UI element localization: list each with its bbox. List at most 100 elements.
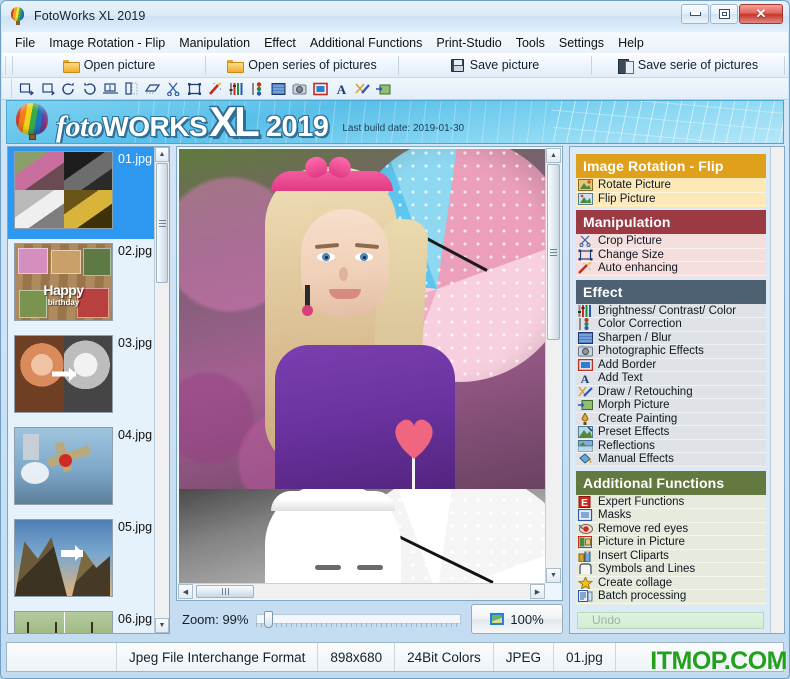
- photo-effects-icon[interactable]: [290, 80, 309, 98]
- toolbar-separator: [591, 55, 592, 75]
- thumbnail-image: [14, 519, 113, 597]
- sidebar-item-add-border[interactable]: Add Border: [576, 358, 766, 372]
- image-canvas[interactable]: [179, 149, 545, 583]
- maximize-button[interactable]: [710, 4, 738, 24]
- menu-tools[interactable]: Tools: [509, 34, 552, 52]
- scrollbar-thumb[interactable]: [156, 163, 168, 283]
- resize-icon[interactable]: [185, 80, 204, 98]
- flip-icon[interactable]: [101, 80, 120, 98]
- sidebar-item-insert-cliparts[interactable]: Insert Cliparts: [576, 549, 766, 563]
- sidebar-item-photographic-effects[interactable]: Photographic Effects: [576, 345, 766, 359]
- zoom-bar: Zoom: 99% 100%: [176, 603, 563, 635]
- sidebar-item-remove-red-eyes[interactable]: Remove red eyes: [576, 522, 766, 536]
- brightness-icon[interactable]: [227, 80, 246, 98]
- open-series-label: Open series of pictures: [248, 58, 377, 72]
- scroll-up-icon[interactable]: ▲: [155, 147, 169, 162]
- close-button[interactable]: ✕: [739, 4, 783, 24]
- mask-icon: [577, 509, 593, 522]
- sidebar-item-label: Brightness/ Contrast/ Color: [598, 304, 737, 317]
- text-a-icon[interactable]: A: [332, 80, 351, 98]
- menu-image-rotation-flip[interactable]: Image Rotation - Flip: [42, 34, 172, 52]
- thumbnail-scrollbar[interactable]: ▲ ▼: [154, 147, 169, 633]
- zoom-slider[interactable]: [256, 611, 461, 628]
- menu-help[interactable]: Help: [611, 34, 651, 52]
- sidebar-item-reflections[interactable]: Reflections: [576, 439, 766, 453]
- sidebar-item-rotate-picture[interactable]: Rotate Picture: [576, 179, 766, 193]
- logo-xl: XL: [209, 100, 260, 144]
- sidebar-item-add-text[interactable]: A Add Text: [576, 372, 766, 386]
- sidebar-item-picture-in-picture[interactable]: Picture in Picture: [576, 536, 766, 550]
- zoom-slider-knob[interactable]: [264, 611, 274, 628]
- sidebar-item-flip-picture[interactable]: Flip Picture: [576, 192, 766, 206]
- open-picture-button[interactable]: Open picture: [16, 54, 202, 77]
- scroll-down-icon[interactable]: ▼: [546, 568, 561, 583]
- sidebar-item-manual-effects[interactable]: Manual Effects: [576, 453, 766, 467]
- sidebar-item-create-collage[interactable]: Create collage: [576, 575, 766, 590]
- morph-icon[interactable]: [374, 80, 393, 98]
- sidebar-item-brightness-contrast-color[interactable]: Brightness/ Contrast/ Color: [576, 304, 766, 318]
- add-border-icon: [577, 358, 594, 371]
- scroll-up-icon[interactable]: ▲: [546, 148, 561, 163]
- sidebar-item-auto-enhancing[interactable]: Auto enhancing: [576, 261, 766, 276]
- sidebar-item-crop-picture[interactable]: Crop Picture: [576, 235, 766, 249]
- thumbnail-image: [14, 335, 113, 413]
- undo-button[interactable]: Undo: [577, 611, 764, 629]
- thumbnail-item-04[interactable]: 04.jpg: [8, 423, 154, 515]
- sidebar-item-change-size[interactable]: Change Size: [576, 249, 766, 262]
- scroll-left-icon[interactable]: ◀: [178, 584, 193, 599]
- sidebar-item-preset-effects[interactable]: Preset Effects: [576, 426, 766, 440]
- thumbnail-image: [14, 151, 113, 229]
- category-header-manipulation: Manipulation: [576, 210, 766, 234]
- image-horizontal-scrollbar[interactable]: ◀ ▶: [178, 583, 545, 599]
- menu-file[interactable]: File: [8, 34, 42, 52]
- flip-vertical-icon[interactable]: [122, 80, 141, 98]
- thumbnail-item-02[interactable]: Happy birthday 02.jpg: [8, 239, 154, 331]
- draw-retouch-icon[interactable]: [353, 80, 372, 98]
- scroll-down-icon[interactable]: ▼: [155, 618, 169, 633]
- thumbnail-item-01[interactable]: 01.jpg: [8, 147, 154, 239]
- rotate-right-icon[interactable]: [38, 80, 57, 98]
- toolbar-separator: [784, 55, 785, 75]
- save-series-button[interactable]: Save serie of pictures: [595, 54, 781, 77]
- sidebar-item-create-painting[interactable]: Create Painting: [576, 411, 766, 426]
- clipart-icon: [578, 549, 593, 563]
- sidebar-item-expert-functions[interactable]: E Expert Functions: [576, 495, 766, 509]
- rotate-left-icon[interactable]: [17, 80, 36, 98]
- open-series-button[interactable]: Open series of pictures: [209, 54, 395, 77]
- toolbar-separator: [398, 55, 399, 75]
- fit-100-percent-button[interactable]: 100%: [471, 604, 563, 634]
- menu-effect[interactable]: Effect: [257, 34, 303, 52]
- menu-settings[interactable]: Settings: [552, 34, 611, 52]
- sharpen-blur-icon[interactable]: [269, 80, 288, 98]
- sidebar-item-label: Photographic Effects: [598, 345, 704, 358]
- image-preview-panel: ▲ ▼ ◀ ▶: [176, 146, 563, 601]
- sidebar-item-morph-picture[interactable]: Morph Picture: [576, 399, 766, 413]
- perspective-icon[interactable]: [143, 80, 162, 98]
- sidebar-item-sharpen-blur[interactable]: Sharpen / Blur: [576, 331, 766, 345]
- sidebar-item-masks[interactable]: Masks: [576, 509, 766, 523]
- sidebar-item-draw-retouching[interactable]: Draw / Retouching: [576, 386, 766, 399]
- menu-manipulation[interactable]: Manipulation: [172, 34, 257, 52]
- minimize-button[interactable]: [681, 4, 709, 24]
- sidebar-item-color-correction[interactable]: Color Correction: [576, 318, 766, 332]
- thumbnail-item-06[interactable]: 06.jpg: [8, 607, 154, 633]
- thumbnail-item-05[interactable]: 05.jpg: [8, 515, 154, 607]
- sidebar-item-batch-processing[interactable]: Batch processing: [576, 590, 766, 604]
- sidebar-item-label: Remove red eyes: [598, 522, 689, 535]
- magic-wand-icon[interactable]: [206, 80, 225, 98]
- rotate-ccw-icon[interactable]: [80, 80, 99, 98]
- save-picture-button[interactable]: Save picture: [402, 54, 588, 77]
- menu-additional-functions[interactable]: Additional Functions: [303, 34, 430, 52]
- thumbnail-item-03[interactable]: 03.jpg: [8, 331, 154, 423]
- crop-scissors-icon[interactable]: [164, 80, 183, 98]
- menu-print-studio[interactable]: Print-Studio: [429, 34, 508, 52]
- image-vertical-scrollbar[interactable]: ▲ ▼: [545, 148, 561, 583]
- add-border-icon[interactable]: [311, 80, 330, 98]
- color-correction-icon[interactable]: [248, 80, 267, 98]
- scroll-right-icon[interactable]: ▶: [530, 584, 545, 599]
- sidebar-scrollbar[interactable]: [770, 147, 784, 633]
- rotate-cw-icon[interactable]: [59, 80, 78, 98]
- sidebar-item-symbols-and-lines[interactable]: Symbols and Lines: [576, 563, 766, 577]
- scrollbar-thumb[interactable]: [196, 585, 254, 598]
- scrollbar-thumb[interactable]: [547, 164, 560, 340]
